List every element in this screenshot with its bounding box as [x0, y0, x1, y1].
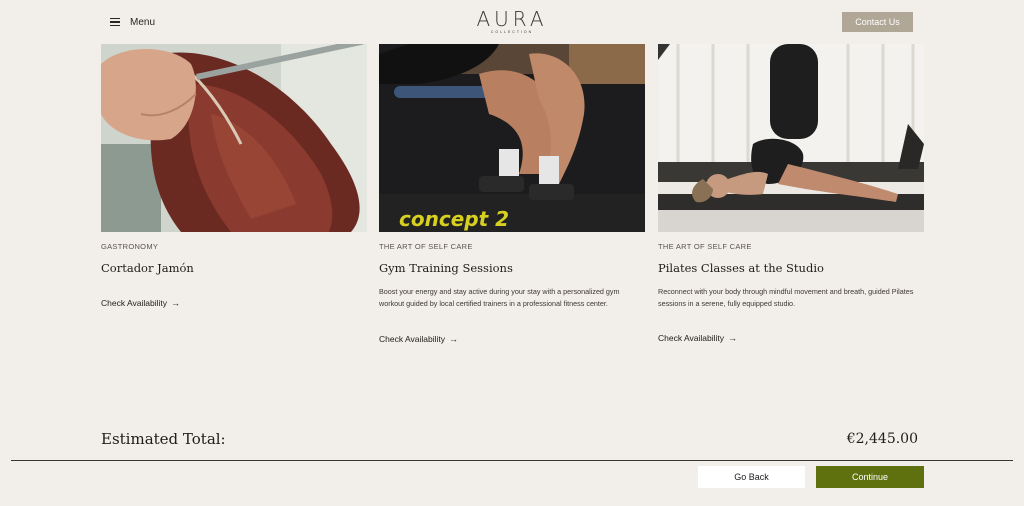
card-category: THE ART OF SELF CARE [658, 242, 752, 251]
menu-label: Menu [130, 16, 156, 28]
card-description: Boost your energy and stay active during… [379, 287, 620, 308]
check-availability-link[interactable]: Check Availability → [658, 333, 924, 343]
hamburger-icon [110, 18, 120, 26]
logo-text: AURA [476, 7, 548, 31]
card-title: Pilates Classes at the Studio [658, 261, 824, 275]
estimated-total-label: Estimated Total: [101, 430, 226, 448]
check-availability-label: Check Availability [101, 298, 167, 308]
experience-card-pilates: THE ART OF SELF CARE Pilates Classes at … [658, 44, 924, 343]
card-category: THE ART OF SELF CARE [379, 242, 473, 251]
estimated-total-value: €2,445.00 [846, 431, 918, 447]
experience-card-gym: concept 2 THE ART OF SELF CARE Gym Train… [379, 44, 645, 344]
arrow-right-icon: → [728, 333, 737, 343]
contact-us-button[interactable]: Contact Us [842, 12, 913, 32]
brand-logo[interactable]: AURA COLLECTION [472, 8, 552, 36]
arrow-right-icon: → [449, 334, 458, 344]
header: Menu AURA COLLECTION Contact Us [0, 0, 1024, 44]
concept2-brand-text: concept 2 [399, 207, 509, 231]
check-availability-label: Check Availability [379, 334, 445, 344]
footer-divider [11, 460, 1013, 461]
check-availability-link[interactable]: Check Availability → [379, 334, 645, 344]
continue-button[interactable]: Continue [816, 466, 924, 488]
card-title: Cortador Jamón [101, 261, 194, 275]
card-image-pilates [658, 44, 924, 232]
check-availability-label: Check Availability [658, 333, 724, 343]
experience-card-jamon: GASTRONOMY Cortador Jamón Check Availabi… [101, 44, 367, 308]
card-description: Reconnect with your body through mindful… [658, 287, 914, 308]
card-image-jamon [101, 44, 367, 232]
card-title: Gym Training Sessions [379, 261, 513, 275]
go-back-button[interactable]: Go Back [698, 466, 805, 488]
check-availability-link[interactable]: Check Availability → [101, 298, 367, 308]
card-image-gym: concept 2 [379, 44, 645, 232]
arrow-right-icon: → [171, 298, 180, 308]
card-category: GASTRONOMY [101, 242, 159, 251]
menu-button[interactable]: Menu [110, 14, 155, 30]
